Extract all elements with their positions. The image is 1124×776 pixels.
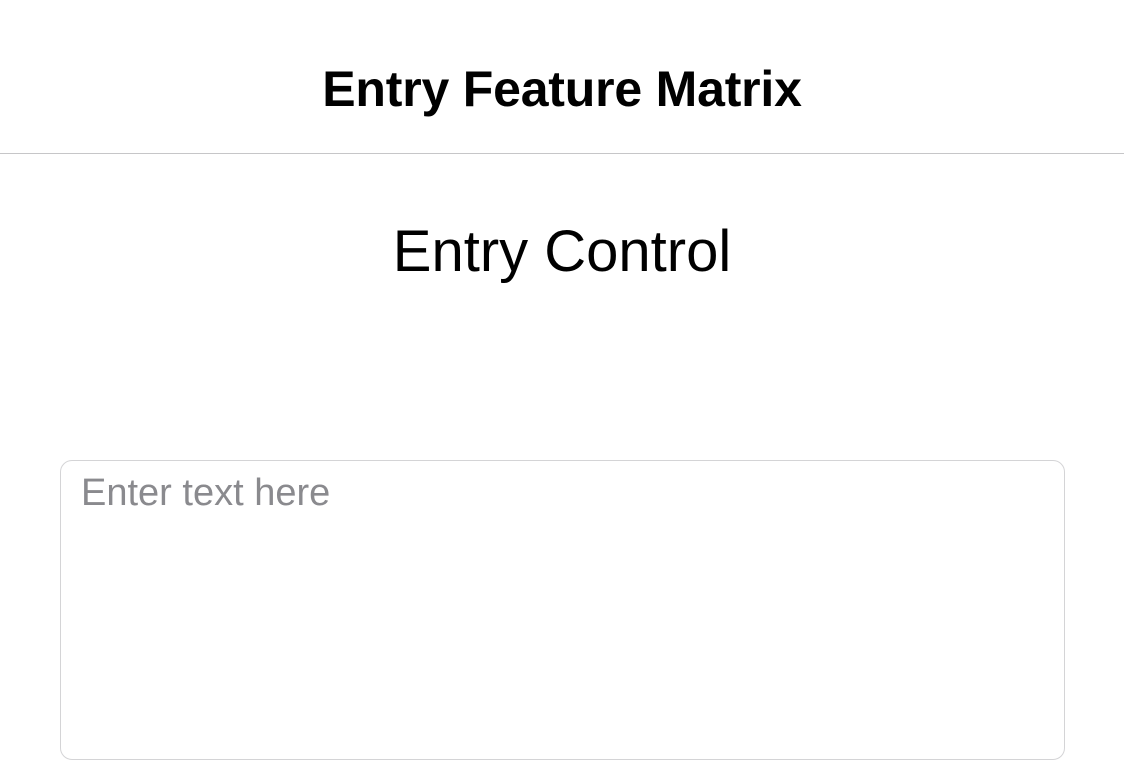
navigation-title: Entry Feature Matrix	[322, 61, 802, 117]
text-entry-input[interactable]	[61, 461, 1064, 759]
app-screen: Entry Feature Matrix Entry Control	[0, 0, 1124, 776]
text-entry-container[interactable]	[60, 460, 1065, 760]
section-title: Entry Control	[392, 219, 732, 284]
navigation-bar: Entry Feature Matrix	[0, 0, 1124, 154]
